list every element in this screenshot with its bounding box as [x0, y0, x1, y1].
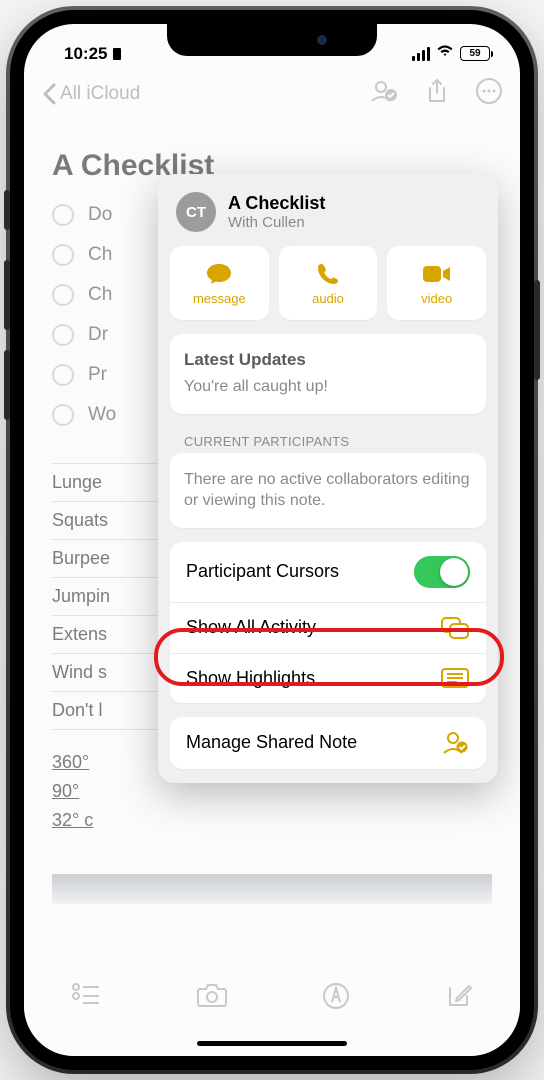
show-all-activity-row[interactable]: Show All Activity — [170, 602, 486, 653]
participants-card: There are no active collaborators editin… — [170, 453, 486, 528]
back-button[interactable]: All iCloud — [42, 83, 370, 105]
manage-shared-note-label: Manage Shared Note — [186, 732, 357, 753]
compose-icon[interactable] — [445, 982, 473, 1015]
show-highlights-row[interactable]: Show Highlights — [170, 653, 486, 703]
participants-label: CURRENT PARTICIPANTS — [184, 434, 482, 449]
avatar: CT — [176, 192, 216, 232]
manage-icon — [440, 731, 470, 755]
cellular-signal-icon — [412, 47, 430, 61]
manage-menu: Manage Shared Note — [170, 717, 486, 769]
video-button[interactable]: video — [387, 246, 486, 320]
participant-cursors-label: Participant Cursors — [186, 561, 339, 582]
manage-shared-note-row[interactable]: Manage Shared Note — [170, 717, 486, 769]
more-icon[interactable] — [476, 78, 502, 110]
updates-heading: Latest Updates — [184, 350, 472, 370]
collaborate-icon[interactable] — [370, 79, 398, 109]
participants-body: There are no active collaborators editin… — [184, 469, 472, 512]
audio-button[interactable]: audio — [279, 246, 378, 320]
highlights-icon — [440, 668, 470, 688]
collaboration-sheet: CT A Checklist With Cullen message — [158, 174, 498, 783]
phone-icon — [316, 261, 340, 287]
home-indicator[interactable] — [197, 1041, 347, 1046]
participant-cursors-row[interactable]: Participant Cursors — [170, 542, 486, 602]
wifi-icon — [436, 44, 454, 63]
sheet-subtitle: With Cullen — [228, 214, 325, 231]
markup-icon[interactable] — [322, 982, 350, 1015]
video-icon — [422, 261, 452, 287]
battery-indicator: 59 — [460, 46, 490, 61]
updates-body: You're all caught up! — [184, 376, 472, 398]
video-label: video — [421, 291, 452, 306]
location-services-icon — [111, 47, 123, 61]
audio-label: audio — [312, 291, 344, 306]
message-button[interactable]: message — [170, 246, 269, 320]
options-menu: Participant Cursors Show All Activity Sh… — [170, 542, 486, 703]
message-label: message — [193, 291, 246, 306]
checklist-icon[interactable] — [71, 982, 101, 1011]
status-time: 10:25 — [64, 44, 107, 64]
share-icon[interactable] — [426, 78, 448, 110]
camera-icon[interactable] — [196, 982, 228, 1013]
navigation-bar: All iCloud — [24, 69, 520, 119]
show-highlights-label: Show Highlights — [186, 668, 315, 689]
activity-icon — [440, 617, 470, 639]
show-all-activity-label: Show All Activity — [186, 617, 316, 638]
sheet-title: A Checklist — [228, 193, 325, 214]
latest-updates-card: Latest Updates You're all caught up! — [170, 334, 486, 414]
message-icon — [205, 261, 233, 287]
chevron-left-icon — [42, 83, 56, 105]
cursors-toggle[interactable] — [414, 556, 470, 588]
back-label: All iCloud — [60, 83, 140, 105]
